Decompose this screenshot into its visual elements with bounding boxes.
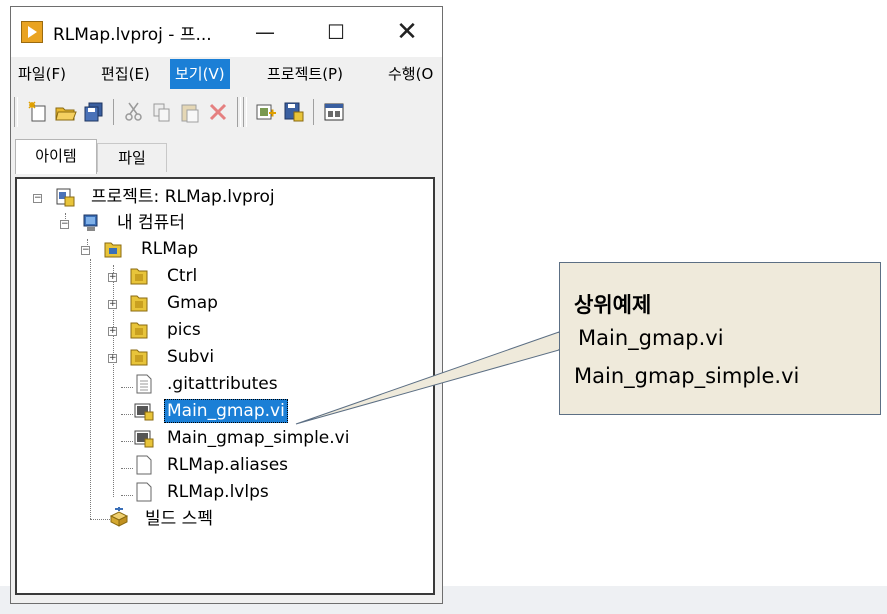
tree-connector xyxy=(121,495,133,496)
menu-edit[interactable]: 편집(E) xyxy=(96,59,155,89)
callout-line-2: Main_gmap_simple.vi xyxy=(574,364,800,388)
vi-icon xyxy=(134,403,154,421)
expand-toggle[interactable]: + xyxy=(108,327,117,336)
window-title: RLMap.lvproj - 프... xyxy=(53,25,212,45)
maximize-button[interactable]: ☐ xyxy=(316,17,356,47)
add-to-project-icon[interactable] xyxy=(255,101,277,123)
computer-icon xyxy=(83,214,98,231)
copy-icon[interactable] xyxy=(151,101,173,123)
tree-item-label: Subvi xyxy=(167,347,215,367)
expand-toggle[interactable]: + xyxy=(108,354,117,363)
tree-item-label: Gmap xyxy=(167,293,218,313)
build-save-icon[interactable] xyxy=(283,101,305,123)
build-specs-icon xyxy=(109,507,129,527)
menu-bar: 파일(F) 편집(E) 보기(V) 프로젝트(P) 수행(O xyxy=(11,59,442,89)
paste-icon[interactable] xyxy=(179,101,201,123)
project-tree: − 프로젝트: RLMap.lvproj − 내 컴퓨터 − RLMap + C… xyxy=(15,177,435,595)
tab-items[interactable]: 아이템 xyxy=(15,139,97,174)
collapse-toggle[interactable]: − xyxy=(33,194,42,203)
tree-connector xyxy=(121,387,133,388)
callout-line-1: Main_gmap.vi xyxy=(578,326,724,350)
toolbar-grip[interactable] xyxy=(237,97,241,127)
tree-root-label: 프로젝트: RLMap.lvproj xyxy=(91,187,275,207)
folder-open-icon xyxy=(104,242,122,258)
toolbar-separator xyxy=(113,99,114,125)
toolbar-grip[interactable] xyxy=(14,97,18,127)
collapse-toggle[interactable]: − xyxy=(60,220,69,229)
tree-connector xyxy=(121,468,133,469)
folder-icon xyxy=(130,295,148,312)
callout-box: 상위예제 Main_gmap.vi Main_gmap_simple.vi xyxy=(559,262,881,415)
tree-connector xyxy=(121,441,133,442)
save-all-icon[interactable] xyxy=(83,101,105,123)
folder-icon xyxy=(130,322,148,339)
collapse-toggle[interactable]: − xyxy=(81,246,90,255)
file-icon xyxy=(136,455,152,475)
toolbar-separator xyxy=(313,99,314,125)
tree-item-label: pics xyxy=(167,320,201,340)
new-file-icon[interactable] xyxy=(27,101,49,123)
cut-icon[interactable] xyxy=(123,101,145,123)
labview-app-icon xyxy=(21,21,43,43)
tree-build-specs-label: 빌드 스펙 xyxy=(145,509,213,529)
menu-view[interactable]: 보기(V) xyxy=(170,59,230,89)
toolbar-grip[interactable] xyxy=(243,97,247,127)
tree-connector xyxy=(121,414,133,415)
folder-icon xyxy=(130,268,148,285)
menu-operate[interactable]: 수행(O xyxy=(383,59,438,89)
expand-toggle[interactable]: + xyxy=(108,300,117,309)
file-icon xyxy=(136,482,152,502)
minimize-button[interactable]: — xyxy=(245,17,285,47)
project-explorer-window: RLMap.lvproj - 프... — ☐ ✕ 파일(F) 편집(E) 보기… xyxy=(10,6,443,604)
vi-icon xyxy=(134,430,154,448)
tree-connector xyxy=(90,259,91,519)
callout-title: 상위예제 xyxy=(574,293,652,317)
menu-file[interactable]: 파일(F) xyxy=(13,59,71,89)
tab-strip: 아이템 파일 xyxy=(11,137,442,174)
menu-project[interactable]: 프로젝트(P) xyxy=(262,59,348,89)
view-window-icon[interactable] xyxy=(323,101,345,123)
expand-toggle[interactable]: + xyxy=(108,273,117,282)
tree-item-label: Ctrl xyxy=(167,266,198,286)
folder-icon xyxy=(130,349,148,366)
toolbar xyxy=(11,91,442,133)
tree-my-computer-label: 내 컴퓨터 xyxy=(117,213,185,233)
tree-item-label: RLMap.lvlps xyxy=(167,482,269,502)
tree-item-label: Main_gmap_simple.vi xyxy=(167,428,350,448)
tree-folder-rlmap-label: RLMap xyxy=(141,239,199,259)
tab-files[interactable]: 파일 xyxy=(97,143,167,172)
delete-icon[interactable] xyxy=(207,101,229,123)
project-icon xyxy=(56,188,75,207)
tree-item-label: .gitattributes xyxy=(167,374,278,394)
open-folder-icon[interactable] xyxy=(55,101,77,123)
close-button[interactable]: ✕ xyxy=(387,17,427,47)
file-icon xyxy=(136,374,152,394)
tree-item-label: RLMap.aliases xyxy=(167,455,289,475)
title-bar: RLMap.lvproj - 프... — ☐ ✕ xyxy=(11,7,442,57)
tree-item-label: Main_gmap.vi xyxy=(164,399,288,423)
